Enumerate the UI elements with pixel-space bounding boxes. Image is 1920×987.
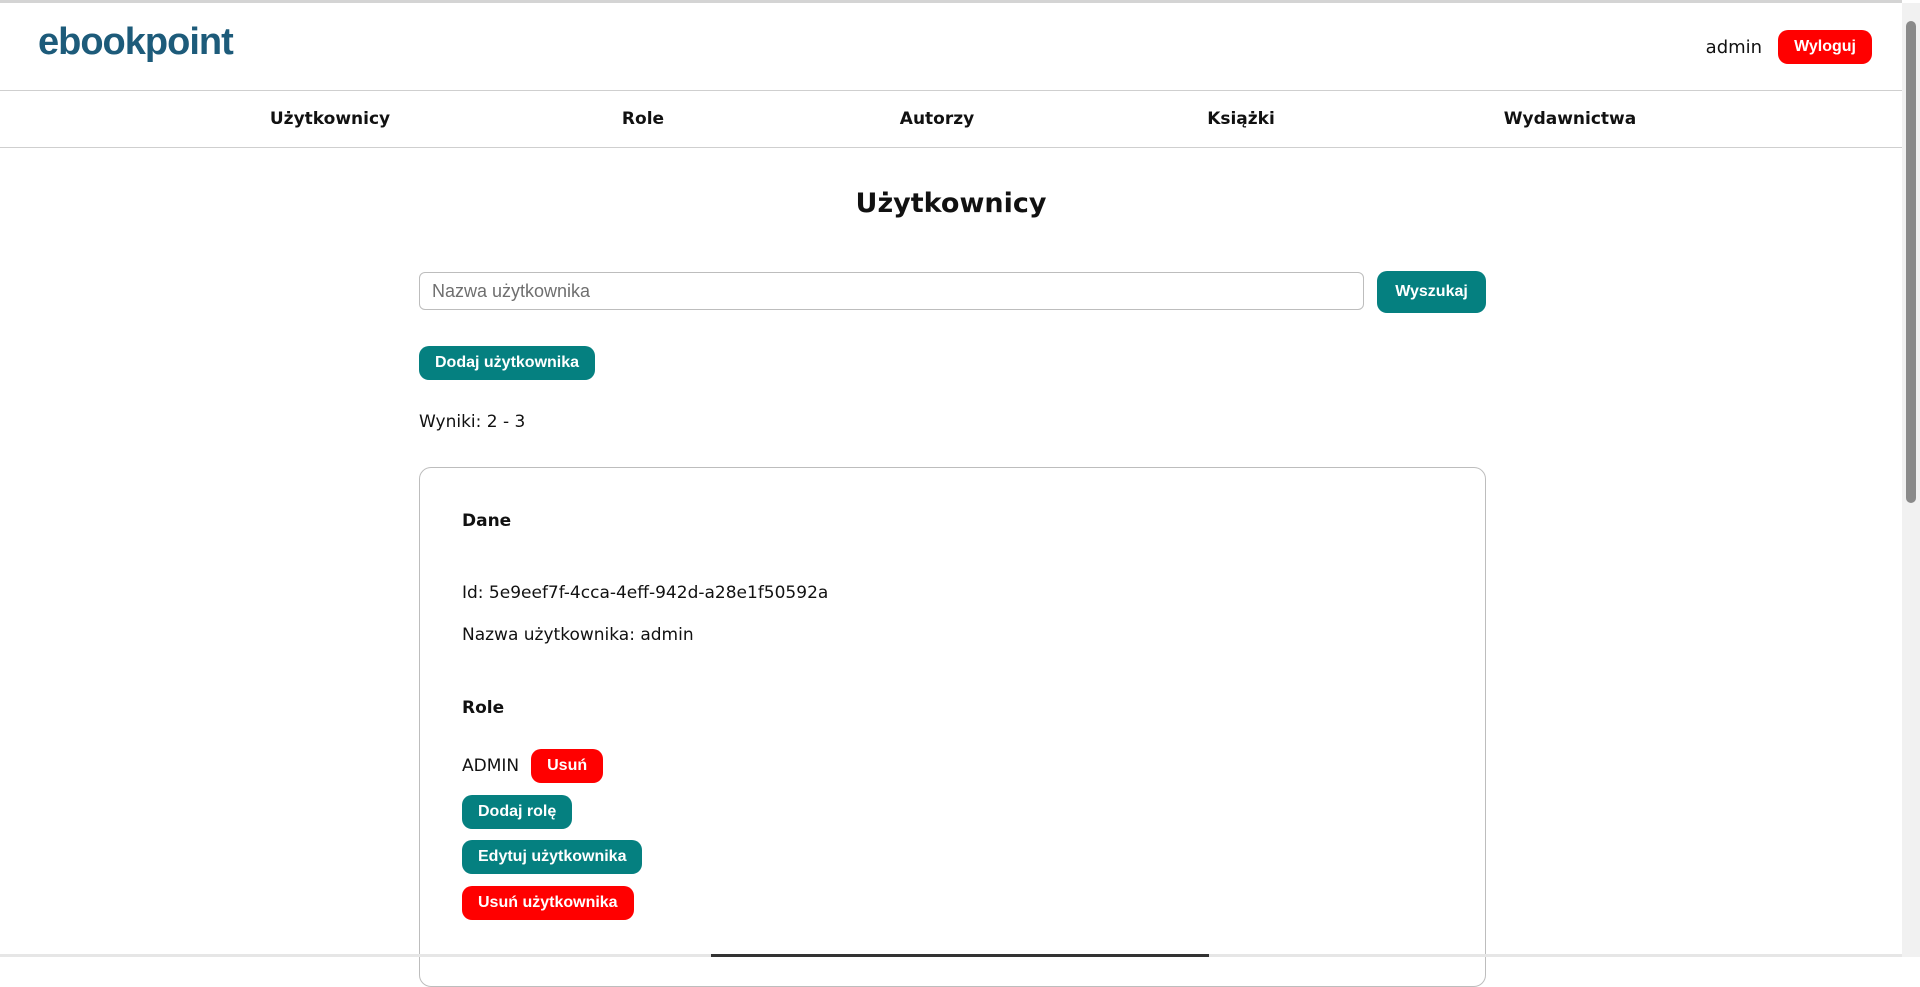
top-bar: ebookpoint admin Wyloguj bbox=[0, 3, 1902, 91]
page-title: Użytkownicy bbox=[855, 188, 1047, 219]
logo-wordmark-bold: ebookpoint bbox=[38, 21, 234, 63]
ebookpoint-logo-graphic: ebookpoint bbox=[38, 21, 235, 63]
remove-role-button[interactable]: Usuń bbox=[531, 749, 604, 783]
user-card: Dane Id: 5e9eef7f-4cca-4eff-942d-a28e1f5… bbox=[419, 467, 1486, 987]
delete-user-button[interactable]: Usuń użytkownika bbox=[462, 886, 634, 920]
role-item: ADMIN Usuń bbox=[462, 749, 604, 783]
nav-item-authors[interactable]: Autorzy bbox=[900, 91, 974, 147]
user-area: admin Wyloguj bbox=[1706, 30, 1872, 64]
search-button[interactable]: Wyszukaj bbox=[1377, 271, 1486, 313]
page-scrollbar[interactable] bbox=[1902, 3, 1920, 957]
ebookpoint-logo[interactable]: ebookpoint bbox=[38, 21, 250, 69]
nav-item-publishers[interactable]: Wydawnictwa bbox=[1504, 91, 1637, 147]
main-navigation: Użytkownicy Role Autorzy Książki Wydawni… bbox=[0, 91, 1902, 148]
scrollbar-thumb[interactable] bbox=[1906, 21, 1916, 503]
edit-user-button[interactable]: Edytuj użytkownika bbox=[462, 840, 643, 874]
logout-button[interactable]: Wyloguj bbox=[1778, 30, 1872, 64]
current-username: admin bbox=[1705, 36, 1763, 58]
nav-item-users[interactable]: Użytkownicy bbox=[270, 91, 390, 147]
roles-section-heading: Role bbox=[462, 698, 505, 718]
username-search-input[interactable] bbox=[419, 272, 1364, 310]
results-count: Wyniki: 2 - 3 bbox=[419, 412, 526, 432]
nav-item-roles[interactable]: Role bbox=[622, 91, 664, 147]
add-role-button[interactable]: Dodaj rolę bbox=[462, 795, 573, 829]
user-id: Id: 5e9eef7f-4cca-4eff-942d-a28e1f50592a bbox=[462, 583, 829, 603]
search-bar: Wyszukaj bbox=[419, 271, 1486, 313]
data-section-heading: Dane bbox=[462, 511, 512, 531]
user-username: Nazwa użytkownika: admin bbox=[462, 625, 694, 645]
nav-item-books[interactable]: Książki bbox=[1207, 91, 1275, 147]
role-name: ADMIN bbox=[462, 756, 520, 776]
add-user-button[interactable]: Dodaj użytkownika bbox=[419, 346, 596, 380]
